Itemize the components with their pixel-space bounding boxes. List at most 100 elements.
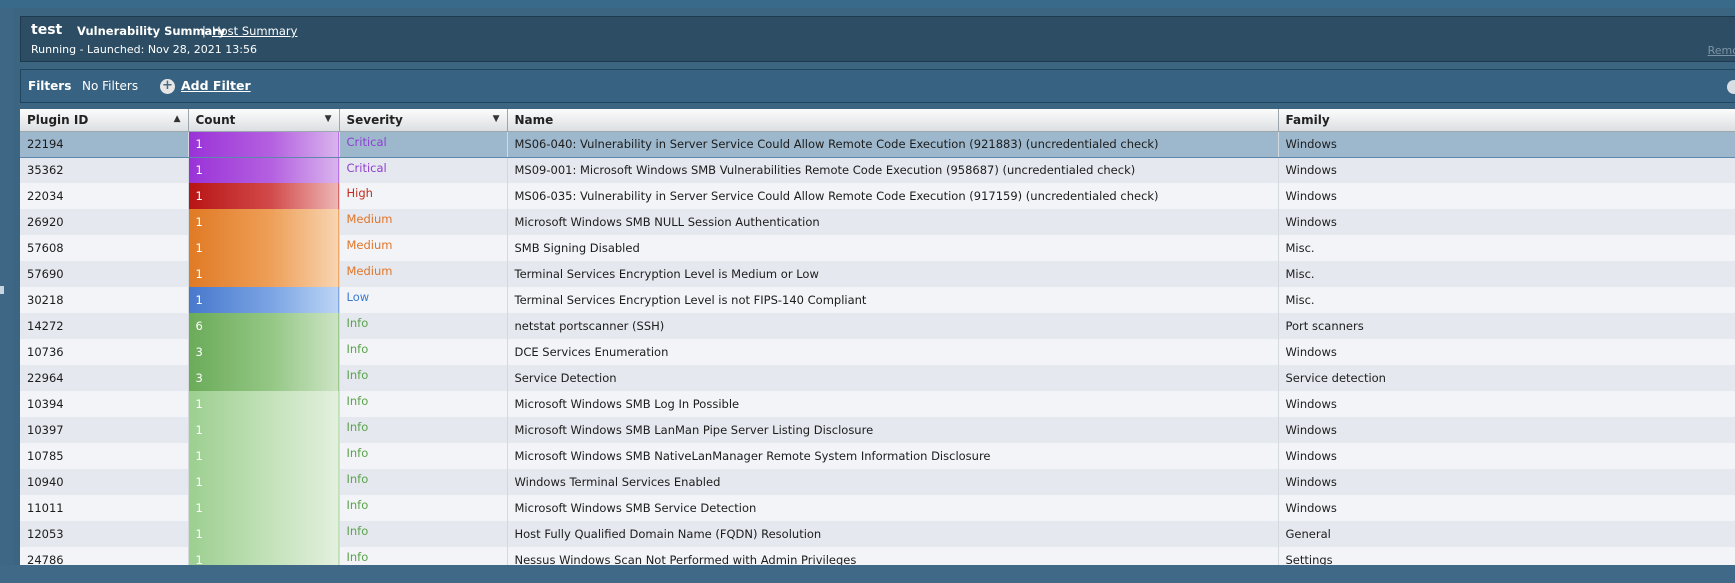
family-cell: Windows xyxy=(1278,443,1735,469)
table-row[interactable]: 57690 1 Medium Terminal Services Encryption… xyxy=(20,261,1735,287)
family-cell: Windows xyxy=(1278,495,1735,521)
plus-icon[interactable]: + xyxy=(160,79,175,94)
sort-descending-icon[interactable]: ▼ xyxy=(493,114,500,124)
count-cell: 1 xyxy=(188,547,340,565)
filter-bar: Filters No Filters + Add Filter xyxy=(20,69,1735,103)
table-row[interactable]: 10736 3 Info DCE Services Enumeration Window… xyxy=(20,339,1735,365)
family-cell: Misc. xyxy=(1278,261,1735,287)
count-cell: 1 xyxy=(188,495,340,521)
table-row[interactable]: 35362 1 Critical MS09-001: Microsoft Window… xyxy=(20,157,1735,183)
family-cell: Windows xyxy=(1278,183,1735,209)
table-row[interactable]: 10397 1 Info Microsoft Windows SMB LanMan P… xyxy=(20,417,1735,443)
sort-descending-icon[interactable]: ▼ xyxy=(325,114,332,124)
table-row[interactable]: 24786 1 Info Nessus Windows Scan Not Perfor… xyxy=(20,547,1735,565)
table-row[interactable]: 11011 1 Info Microsoft Windows SMB Service … xyxy=(20,495,1735,521)
table-row[interactable]: 22034 1 High MS06-035: Vulnerability in Ser… xyxy=(20,183,1735,209)
vulnerability-grid: Plugin ID ▲ Count ▼ Severity ▼ Name Fami… xyxy=(20,109,1735,565)
plugin-id-cell: 57608 xyxy=(20,235,189,261)
column-label: Family xyxy=(1285,112,1330,127)
table-row[interactable]: 22964 3 Info Service Detection Service detec… xyxy=(20,365,1735,391)
name-cell: Microsoft Windows SMB Service Detection xyxy=(507,495,1279,521)
filter-options-icon[interactable] xyxy=(1727,80,1735,94)
severity-cell: Critical xyxy=(339,157,508,183)
family-cell: Windows xyxy=(1278,157,1735,183)
severity-cell: Info xyxy=(339,391,508,417)
bottom-strip xyxy=(0,565,1735,583)
plugin-id-cell: 12053 xyxy=(20,521,189,547)
count-cell: 1 xyxy=(188,261,340,287)
column-label: Severity xyxy=(346,112,403,127)
table-row[interactable]: 57608 1 Medium SMB Signing Disabled Misc. xyxy=(20,235,1735,261)
filters-label: Filters xyxy=(28,79,72,93)
severity-cell: Info xyxy=(339,417,508,443)
table-row[interactable]: 10394 1 Info Microsoft Windows SMB Log In P… xyxy=(20,391,1735,417)
count-cell: 1 xyxy=(188,183,340,209)
count-cell: 3 xyxy=(188,339,340,365)
family-cell: Windows xyxy=(1278,391,1735,417)
name-cell: MS06-040: Vulnerability in Server Servic… xyxy=(507,130,1279,158)
left-panel-handle[interactable] xyxy=(0,286,4,294)
top-strip xyxy=(0,0,1735,8)
name-cell: Microsoft Windows SMB NULL Session Authe… xyxy=(507,209,1279,235)
count-cell: 3 xyxy=(188,365,340,391)
name-cell: Microsoft Windows SMB NativeLanManager R… xyxy=(507,443,1279,469)
count-cell: 1 xyxy=(188,391,340,417)
column-header-count[interactable]: Count ▼ xyxy=(188,109,340,132)
sort-ascending-icon[interactable]: ▲ xyxy=(174,114,181,124)
column-header-plugin-id[interactable]: Plugin ID ▲ xyxy=(20,109,189,132)
plugin-id-cell: 10394 xyxy=(20,391,189,417)
add-filter-button[interactable]: Add Filter xyxy=(181,78,251,93)
column-label: Count xyxy=(195,112,236,127)
family-cell: Misc. xyxy=(1278,287,1735,313)
plugin-id-cell: 57690 xyxy=(20,261,189,287)
column-header-severity[interactable]: Severity ▼ xyxy=(339,109,508,132)
column-header-family[interactable]: Family xyxy=(1278,109,1735,132)
name-cell: Nessus Windows Scan Not Performed with A… xyxy=(507,547,1279,565)
count-cell: 1 xyxy=(188,417,340,443)
count-cell: 1 xyxy=(188,521,340,547)
table-row[interactable]: 30218 1 Low Terminal Services Encryption Le… xyxy=(20,287,1735,313)
count-cell: 1 xyxy=(188,130,340,158)
table-row[interactable]: 22194 1 Critical MS06-040: Vulnerability in… xyxy=(20,130,1735,158)
plugin-id-cell: 24786 xyxy=(20,547,189,565)
count-cell: 6 xyxy=(188,313,340,339)
table-row[interactable]: 10785 1 Info Microsoft Windows SMB NativeLa… xyxy=(20,443,1735,469)
severity-cell: Info xyxy=(339,339,508,365)
table-row[interactable]: 12053 1 Info Host Fully Qualified Domain Na… xyxy=(20,521,1735,547)
plugin-id-cell: 35362 xyxy=(20,157,189,183)
tab-separator: | xyxy=(202,24,206,38)
family-cell: General xyxy=(1278,521,1735,547)
plugin-id-cell: 10736 xyxy=(20,339,189,365)
name-cell: SMB Signing Disabled xyxy=(507,235,1279,261)
name-cell: Terminal Services Encryption Level is Me… xyxy=(507,261,1279,287)
table-row[interactable]: 26920 1 Medium Microsoft Windows SMB NULL S… xyxy=(20,209,1735,235)
family-cell: Windows xyxy=(1278,209,1735,235)
tab-host-summary[interactable]: Host Summary xyxy=(212,24,297,38)
family-cell: Windows xyxy=(1278,417,1735,443)
family-cell: Settings xyxy=(1278,547,1735,565)
severity-cell: Medium xyxy=(339,235,508,261)
plugin-id-cell: 30218 xyxy=(20,287,189,313)
remove-link[interactable]: Remo xyxy=(1708,44,1735,57)
severity-cell: Info xyxy=(339,495,508,521)
count-cell: 1 xyxy=(188,157,340,183)
filters-value: No Filters xyxy=(82,79,139,93)
severity-cell: Low xyxy=(339,287,508,313)
name-cell: Terminal Services Encryption Level is no… xyxy=(507,287,1279,313)
severity-cell: Medium xyxy=(339,209,508,235)
severity-cell: Critical xyxy=(339,130,508,158)
family-cell: Service detection xyxy=(1278,365,1735,391)
table-row[interactable]: 14272 6 Info netstat portscanner (SSH) Port … xyxy=(20,313,1735,339)
name-cell: MS09-001: Microsoft Windows SMB Vulnerab… xyxy=(507,157,1279,183)
count-cell: 1 xyxy=(188,469,340,495)
count-cell: 1 xyxy=(188,209,340,235)
name-cell: Host Fully Qualified Domain Name (FQDN) … xyxy=(507,521,1279,547)
column-header-name[interactable]: Name xyxy=(507,109,1279,132)
scan-header: test Vulnerability Summary | Host Summar… xyxy=(20,16,1735,62)
family-cell: Windows xyxy=(1278,339,1735,365)
name-cell: netstat portscanner (SSH) xyxy=(507,313,1279,339)
table-row[interactable]: 10940 1 Info Windows Terminal Services Enab… xyxy=(20,469,1735,495)
count-cell: 1 xyxy=(188,287,340,313)
column-label: Plugin ID xyxy=(27,112,89,127)
severity-cell: Info xyxy=(339,469,508,495)
